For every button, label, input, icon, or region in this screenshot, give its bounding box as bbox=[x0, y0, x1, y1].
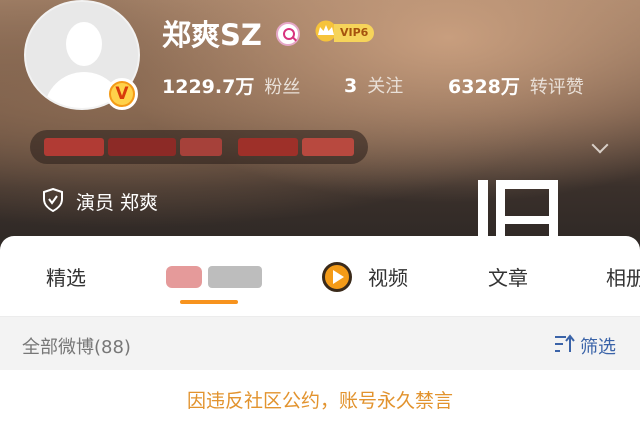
following-count: 3 bbox=[344, 75, 358, 97]
redacted-block bbox=[238, 138, 298, 156]
engagement-label: 转评赞 bbox=[529, 77, 584, 98]
shield-icon bbox=[43, 188, 63, 212]
ban-notice: 因违反社区公约，账号永久禁言 bbox=[186, 390, 453, 412]
redacted-block bbox=[108, 138, 176, 156]
followers-label: 粉丝 bbox=[264, 77, 301, 98]
followers-stat[interactable]: 1229.7万 粉丝 bbox=[162, 72, 300, 99]
active-tab-indicator bbox=[180, 300, 238, 304]
filter-button[interactable]: 筛选 bbox=[580, 333, 616, 359]
filter-icon[interactable] bbox=[554, 334, 576, 354]
tab-articles[interactable]: 文章 bbox=[488, 262, 528, 291]
vip-level-badge[interactable]: VIP6 bbox=[334, 24, 375, 42]
engagement-stat[interactable]: 6328万 转评赞 bbox=[448, 72, 584, 99]
followers-count: 1229.7万 bbox=[162, 76, 255, 98]
following-stat[interactable]: 3 关注 bbox=[344, 72, 403, 98]
redacted-tab-icon bbox=[166, 266, 202, 288]
verification-label: 演员 郑爽 bbox=[76, 192, 159, 214]
video-play-icon bbox=[322, 262, 352, 292]
tab-redacted[interactable] bbox=[162, 264, 262, 290]
chevron-down-icon[interactable] bbox=[591, 136, 609, 154]
redacted-block bbox=[44, 138, 104, 156]
avatar-head-shape bbox=[66, 22, 102, 66]
all-posts-label[interactable]: 全部微博(88) bbox=[22, 333, 131, 359]
verified-v-icon: V bbox=[106, 78, 138, 110]
profile-tabs: 精选 视频 文章 相册 bbox=[0, 236, 640, 316]
tab-video[interactable]: 视频 bbox=[368, 262, 408, 291]
tab-featured[interactable]: 精选 bbox=[46, 262, 86, 291]
feed-filter-bar: 全部微博(88) 筛选 bbox=[0, 316, 640, 370]
tab-albums[interactable]: 相册 bbox=[606, 262, 640, 291]
profile-name: 郑爽SZ bbox=[162, 18, 262, 52]
following-label: 关注 bbox=[367, 76, 404, 97]
redacted-block bbox=[180, 138, 222, 156]
blurred-bio-bar bbox=[30, 130, 368, 164]
redacted-block bbox=[302, 138, 354, 156]
engagement-count: 6328万 bbox=[448, 76, 520, 98]
redacted-tab-label bbox=[208, 266, 262, 288]
search-badge-icon[interactable] bbox=[276, 22, 300, 46]
